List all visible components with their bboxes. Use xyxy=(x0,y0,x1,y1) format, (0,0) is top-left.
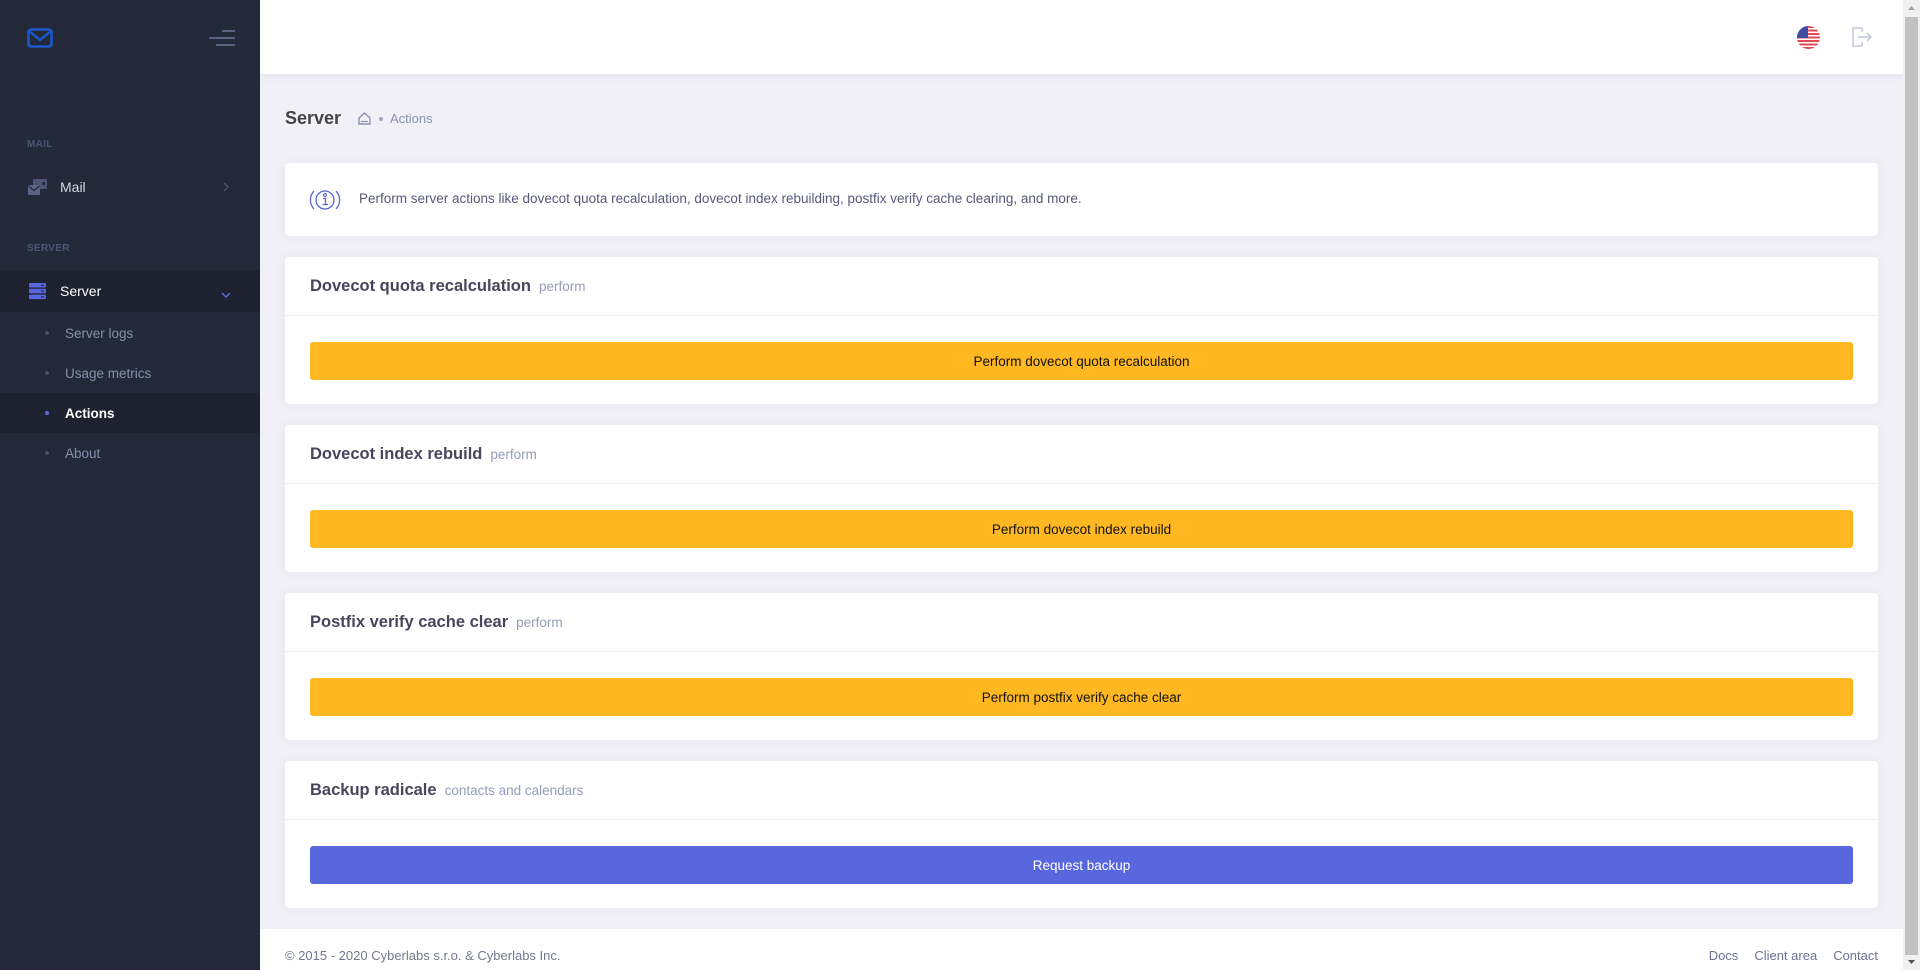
sidebar-subitem-actions[interactable]: Actions xyxy=(0,393,260,433)
sidebar-subitem-label: Server logs xyxy=(65,325,134,341)
bullet-icon xyxy=(45,451,49,455)
scrollbar-thumb[interactable] xyxy=(1905,17,1918,955)
vertical-scrollbar[interactable] xyxy=(1903,0,1920,970)
footer: © 2015 - 2020 Cyberlabs s.r.o. & Cyberla… xyxy=(260,929,1903,970)
top-header xyxy=(260,0,1903,74)
bullet-icon xyxy=(45,411,49,415)
logout-icon[interactable] xyxy=(1850,25,1874,49)
sidebar-subitem-server-logs[interactable]: Server logs xyxy=(0,313,260,353)
chevron-right-icon xyxy=(222,180,230,192)
card-title: Backup radicale contacts and calendars xyxy=(310,781,583,800)
footer-link-client-area[interactable]: Client area xyxy=(1754,948,1817,963)
perform-quota-recalculation-button[interactable]: Perform dovecot quota recalculation xyxy=(310,342,1853,380)
copyright-text: © 2015 - 2020 Cyberlabs s.r.o. & Cyberla… xyxy=(285,948,561,963)
scroll-down-arrow-icon[interactable] xyxy=(1903,953,1920,970)
card-title: Dovecot quota recalculation perform xyxy=(310,277,585,296)
card-subtitle: perform xyxy=(516,615,563,630)
request-backup-button[interactable]: Request backup xyxy=(310,846,1853,884)
sidebar-item-server[interactable]: Server xyxy=(0,270,260,312)
sidebar-toggle-icon[interactable] xyxy=(209,28,235,48)
info-alert: Perform server actions like dovecot quot… xyxy=(285,163,1878,236)
breadcrumb-actions[interactable]: Actions xyxy=(390,111,433,126)
info-icon xyxy=(309,184,341,216)
card-dovecot-quota: Dovecot quota recalculation perform Perfo… xyxy=(285,257,1878,404)
card-subtitle: perform xyxy=(490,447,537,462)
footer-link-contact[interactable]: Contact xyxy=(1833,948,1878,963)
card-subtitle: contacts and calendars xyxy=(444,783,584,798)
mail-stack-icon xyxy=(28,178,48,196)
footer-link-docs[interactable]: Docs xyxy=(1709,948,1739,963)
alert-text: Perform server actions like dovecot quot… xyxy=(359,191,1082,206)
section-label-server: SERVER xyxy=(27,243,70,254)
section-label-mail: MAIL xyxy=(27,139,53,150)
card-title-text: Dovecot quota recalculation xyxy=(310,277,531,295)
card-header: Dovecot index rebuild perform xyxy=(285,425,1878,484)
sidebar-subitem-about[interactable]: About xyxy=(0,433,260,473)
bullet-icon xyxy=(45,371,49,375)
card-title-text: Backup radicale xyxy=(310,781,437,799)
breadcrumb-separator xyxy=(379,117,383,121)
card-title: Postfix verify cache clear perform xyxy=(310,613,563,632)
mail-logo-icon[interactable] xyxy=(27,28,53,48)
card-subtitle: perform xyxy=(538,279,586,294)
card-title-text: Dovecot index rebuild xyxy=(310,445,483,463)
server-icon xyxy=(28,282,48,300)
sidebar-item-mail[interactable]: Mail xyxy=(0,166,260,208)
footer-links: Docs Client area Contact xyxy=(1709,948,1878,963)
home-icon[interactable] xyxy=(357,111,372,126)
card-title-text: Postfix verify cache clear xyxy=(310,613,509,631)
sidebar-subitem-usage-metrics[interactable]: Usage metrics xyxy=(0,353,260,393)
page-title: Server xyxy=(285,108,342,128)
card-title: Dovecot index rebuild perform xyxy=(310,445,537,464)
bullet-icon xyxy=(45,331,49,335)
card-header: Dovecot quota recalculation perform xyxy=(285,257,1878,316)
sidebar-item-label: Mail xyxy=(60,179,86,195)
perform-index-rebuild-button[interactable]: Perform dovecot index rebuild xyxy=(310,510,1853,548)
us-flag-icon[interactable] xyxy=(1797,26,1820,49)
card-header: Backup radicale contacts and calendars xyxy=(285,761,1878,820)
perform-cache-clear-button[interactable]: Perform postfix verify cache clear xyxy=(310,678,1853,716)
sidebar: MAIL Mail SERVER Server Server logs Usag… xyxy=(0,0,260,970)
scroll-up-arrow-icon[interactable] xyxy=(1903,0,1920,17)
card-backup-radicale: Backup radicale contacts and calendars Re… xyxy=(285,761,1878,908)
sidebar-subitem-label: About xyxy=(65,445,101,461)
sidebar-subitem-label: Actions xyxy=(65,405,115,421)
card-postfix-cache: Postfix verify cache clear perform Perfor… xyxy=(285,593,1878,740)
sidebar-item-label: Server xyxy=(60,283,102,299)
sidebar-subitem-label: Usage metrics xyxy=(65,365,152,381)
chevron-down-icon xyxy=(220,286,232,299)
card-dovecot-index: Dovecot index rebuild perform Perform dov… xyxy=(285,425,1878,572)
card-header: Postfix verify cache clear perform xyxy=(285,593,1878,652)
